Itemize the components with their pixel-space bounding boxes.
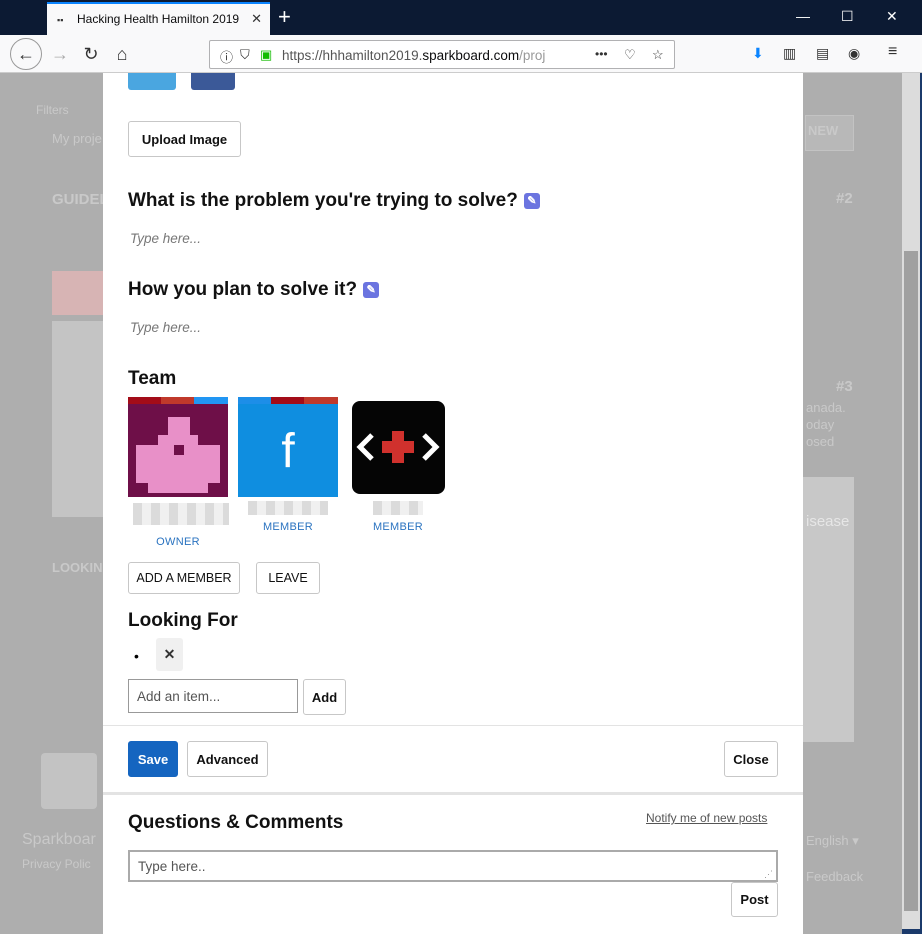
page-scrollbar[interactable] <box>902 73 920 929</box>
facebook-share-button[interactable] <box>191 73 235 90</box>
add-item-input[interactable]: Add an item... <box>128 679 298 713</box>
svg-text:f: f <box>281 425 295 478</box>
bg-banner <box>52 271 103 315</box>
close-tab-icon[interactable]: ✕ <box>251 11 262 27</box>
bookmark-star-icon[interactable]: ☆ <box>652 47 664 63</box>
bg-my-projects: My proje <box>52 131 102 146</box>
avatar <box>128 397 228 497</box>
member-name-redacted <box>373 501 423 515</box>
problem-heading: What is the problem you're trying to sol… <box>128 190 540 212</box>
shield-icon[interactable]: ⛉ <box>240 47 250 63</box>
bg-text-canada: anada. <box>806 400 846 415</box>
page-actions-icon[interactable]: ••• <box>595 47 608 61</box>
lock-icon[interactable]: ▣ <box>260 47 272 63</box>
grid-icon: ▪▪ <box>57 15 64 25</box>
bg-rank-3: #3 <box>836 378 853 395</box>
browser-titlebar: ▪▪ Hacking Health Hamilton 2019 ✕ + — ☐ … <box>0 0 922 35</box>
tab-title: Hacking Health Hamilton 2019 <box>77 12 239 26</box>
divider <box>103 725 803 726</box>
member-role: OWNER <box>156 536 200 548</box>
add-member-button[interactable]: ADD A MEMBER <box>128 562 240 594</box>
pocket-icon[interactable]: ♡ <box>624 47 636 63</box>
bg-text-disease: isease <box>806 513 850 530</box>
member-role: MEMBER <box>372 521 424 533</box>
team-member-owner[interactable]: OWNER <box>128 397 229 548</box>
library-icon[interactable]: ▥ <box>783 45 796 62</box>
project-edit-modal: Upload Image What is the problem you're … <box>103 73 803 934</box>
team-member[interactable]: f MEMBER <box>238 397 338 533</box>
save-button[interactable]: Save <box>128 741 178 777</box>
notify-link[interactable]: Notify me of new posts <box>646 811 767 825</box>
list-bullet: • <box>134 648 139 664</box>
scrollbar-thumb[interactable] <box>904 251 918 911</box>
pencil-icon[interactable]: ✎ <box>523 193 540 209</box>
add-item-button[interactable]: Add <box>303 679 346 715</box>
bg-guidelines: GUIDEL <box>52 191 109 208</box>
bg-feedback: Feedback <box>806 869 864 884</box>
bg-logo <box>41 753 97 809</box>
team-member[interactable]: MEMBER <box>348 397 448 533</box>
browser-tab[interactable]: ▪▪ Hacking Health Hamilton 2019 ✕ <box>47 2 270 35</box>
advanced-button[interactable]: Advanced <box>187 741 268 777</box>
section-divider <box>103 792 803 795</box>
bg-text-osed: osed <box>806 434 835 449</box>
back-arrow-icon[interactable]: ← <box>10 38 42 70</box>
member-role: MEMBER <box>262 521 314 533</box>
minimize-icon[interactable]: — <box>796 8 810 24</box>
member-name-redacted <box>248 501 328 515</box>
close-button[interactable]: Close <box>724 741 778 777</box>
browser-navbar: ← → ↻ ⌂ ⓘ ⛉ ▣ https://hhhamilton2019.spa… <box>0 35 922 73</box>
bg-text-today: oday <box>806 417 835 432</box>
info-icon[interactable]: ⓘ <box>220 47 233 66</box>
bg-sparkboard: Sparkboar <box>22 831 96 848</box>
remove-item-icon[interactable]: ✕ <box>156 638 183 671</box>
sidebar-icon[interactable]: ▤ <box>816 45 829 62</box>
download-icon[interactable]: ⬇ <box>752 45 764 62</box>
bg-filters: Filters <box>36 103 69 117</box>
problem-text-field[interactable]: Type here... <box>130 231 201 246</box>
plan-heading: How you plan to solve it? ✎ <box>128 279 380 301</box>
avatar <box>348 397 448 497</box>
bg-rank-2: #2 <box>836 190 853 207</box>
bg-english: English ▾ <box>806 833 859 848</box>
comments-heading: Questions & Comments <box>128 812 344 833</box>
comment-placeholder: Type here.. <box>138 858 206 874</box>
new-tab-button[interactable]: + <box>278 4 291 30</box>
team-heading: Team <box>128 368 177 389</box>
maximize-icon[interactable]: ☐ <box>841 8 854 25</box>
looking-for-heading: Looking For <box>128 610 238 631</box>
avatar: f <box>238 397 338 497</box>
bg-panel <box>52 321 103 517</box>
pencil-icon[interactable]: ✎ <box>363 282 380 298</box>
post-button[interactable]: Post <box>731 882 778 917</box>
member-name-redacted <box>133 503 229 525</box>
reload-icon[interactable]: ↻ <box>77 41 105 69</box>
home-icon[interactable]: ⌂ <box>108 41 136 69</box>
forward-arrow-icon[interactable]: → <box>46 41 74 69</box>
comment-input[interactable]: Type here.. ⋰ <box>128 850 778 882</box>
url-bar[interactable]: ⓘ ⛉ ▣ https://hhhamilton2019.sparkboard.… <box>209 40 675 69</box>
hamburger-menu-icon[interactable]: ≡ <box>888 43 897 61</box>
close-window-icon[interactable]: ✕ <box>886 8 898 25</box>
resize-handle-icon[interactable]: ⋰ <box>764 869 773 880</box>
twitter-share-button[interactable] <box>128 73 176 90</box>
leave-button[interactable]: LEAVE <box>256 562 320 594</box>
upload-image-button[interactable]: Upload Image <box>128 121 241 157</box>
bg-looking: LOOKIN <box>52 560 103 575</box>
plan-text-field[interactable]: Type here... <box>130 320 201 335</box>
bg-new-label: NEW <box>808 123 839 138</box>
bg-privacy: Privacy Polic <box>22 857 91 871</box>
url-text: https://hhhamilton2019.sparkboard.com/pr… <box>282 48 546 63</box>
account-icon[interactable]: ◉ <box>848 45 860 62</box>
